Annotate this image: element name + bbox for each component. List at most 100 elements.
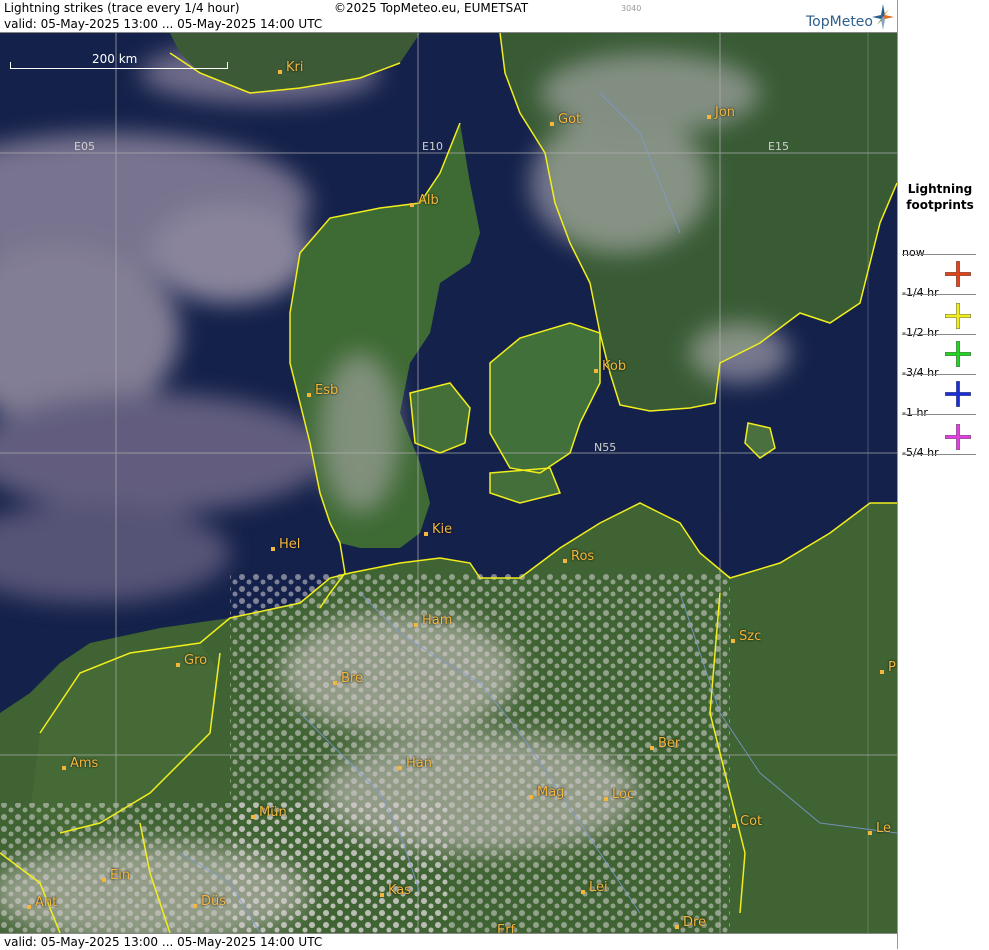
city-marker (398, 765, 402, 770)
city-szc[interactable]: Szc (731, 629, 761, 644)
city-ham[interactable]: Ham (414, 613, 452, 628)
city-esb[interactable]: Esb (307, 383, 338, 398)
city-marker (307, 392, 311, 397)
city-label: Erf (497, 923, 516, 933)
city-marker (251, 814, 255, 819)
city-kie[interactable]: Kie (424, 522, 452, 537)
city-marker (594, 368, 598, 373)
city-dus[interactable]: Düs (193, 894, 226, 909)
city-label: P (888, 660, 896, 675)
valid-time-top: valid: 05-May-2025 13:00 ... 05-May-2025… (4, 17, 323, 31)
city-label: Mün (259, 805, 287, 820)
city-label: Ams (70, 756, 99, 771)
legend-tick (902, 374, 976, 375)
city-marker (414, 622, 418, 627)
cross-icon-blue (945, 381, 971, 407)
city-label: Le (876, 821, 892, 836)
grid-label-e05: E05 (74, 140, 95, 153)
city-label: Cot (740, 814, 763, 829)
city-mag[interactable]: Mag (529, 785, 564, 800)
city-hel[interactable]: Hel (271, 537, 300, 552)
city-marker (731, 638, 735, 643)
city-marker (550, 121, 554, 126)
map-header: Lightning strikes (trace every 1/4 hour)… (0, 0, 897, 33)
city-mun[interactable]: Mün (251, 805, 287, 820)
legend-label-q5: -5/4 hr (902, 446, 939, 459)
city-label: Mag (537, 785, 565, 800)
city-ein[interactable]: Ein (102, 868, 130, 883)
city-label: Ros (571, 549, 595, 564)
city-label: Hel (279, 537, 301, 552)
city-ros[interactable]: Ros (563, 549, 594, 564)
cross-icon-red (945, 261, 971, 287)
city-jon[interactable]: Jon (707, 105, 735, 120)
city-got[interactable]: Got (550, 112, 581, 127)
legend-label-q1: -1/4 hr (902, 286, 939, 299)
city-marker (102, 877, 106, 882)
scale-bar-label: 200 km (92, 52, 138, 66)
legend-title-line1: Lightning (907, 182, 973, 196)
cross-icon-green (945, 341, 971, 367)
city-marker (581, 889, 585, 894)
city-ber[interactable]: Ber (650, 736, 680, 751)
city-kob[interactable]: Kob (594, 359, 626, 374)
city-marker (410, 202, 414, 207)
legend-tick (902, 454, 976, 455)
map-code: 3040 (621, 4, 642, 13)
city-le[interactable]: Le (868, 821, 891, 836)
logo-text: TopMeteo (806, 14, 873, 30)
city-loc[interactable]: Loc (604, 787, 634, 802)
city-kas[interactable]: Kas (380, 883, 411, 898)
city-label: Got (558, 112, 582, 127)
city-label: Kas (388, 883, 412, 898)
city-bre[interactable]: Bre (333, 671, 363, 686)
city-lei[interactable]: Lei (581, 880, 608, 895)
legend-tick (902, 254, 976, 255)
map-title: Lightning strikes (trace every 1/4 hour) (4, 1, 240, 15)
city-label: Ant (35, 895, 58, 910)
cross-icon-magenta (945, 424, 971, 450)
city-ant[interactable]: Ant (27, 895, 57, 910)
city-label: Bre (341, 671, 363, 686)
legend-tick (902, 294, 976, 295)
city-marker (732, 823, 736, 828)
city-label: Kri (286, 60, 304, 75)
city-erf[interactable]: Erf (489, 923, 515, 933)
city-label: Szc (739, 629, 762, 644)
city-ams[interactable]: Ams (62, 756, 98, 771)
legend-label-q3: -3/4 hr (902, 366, 939, 379)
satellite-map[interactable]: 200 km E05 E10 E15 N55 Kri Got Jon Alb E… (0, 33, 897, 933)
city-dre[interactable]: Dre (675, 915, 706, 930)
city-marker (27, 904, 31, 909)
city-label: Alb (418, 193, 439, 208)
city-marker (271, 546, 275, 551)
city-kri[interactable]: Kri (278, 60, 303, 75)
city-marker (62, 765, 66, 770)
grid-label-e15: E15 (768, 140, 789, 153)
city-label: Lei (589, 880, 608, 895)
city-label: Loc (612, 787, 635, 802)
city-label: Ham (422, 613, 453, 628)
city-alb[interactable]: Alb (410, 193, 439, 208)
city-marker (529, 794, 533, 799)
city-marker (675, 924, 679, 929)
city-marker (380, 892, 384, 897)
city-label: Esb (315, 383, 339, 398)
legend-tick (902, 414, 976, 415)
city-p[interactable]: P (880, 660, 896, 675)
city-label: Düs (201, 894, 227, 909)
legend-label-q2: -1/2 hr (902, 326, 939, 339)
topmeteo-logo[interactable]: TopMeteo (806, 4, 894, 30)
city-gro[interactable]: Gro (176, 653, 207, 668)
city-marker (880, 669, 884, 674)
city-marker (424, 531, 428, 536)
scale-bar: 200 km (10, 52, 228, 69)
city-marker (604, 796, 608, 801)
legend-label-now: now (902, 246, 925, 259)
city-marker (650, 745, 654, 750)
compass-star-icon (872, 4, 894, 30)
grid-label-n55: N55 (594, 441, 617, 454)
city-marker (193, 903, 197, 908)
city-cot[interactable]: Cot (732, 814, 762, 829)
city-han[interactable]: Han (398, 756, 432, 771)
